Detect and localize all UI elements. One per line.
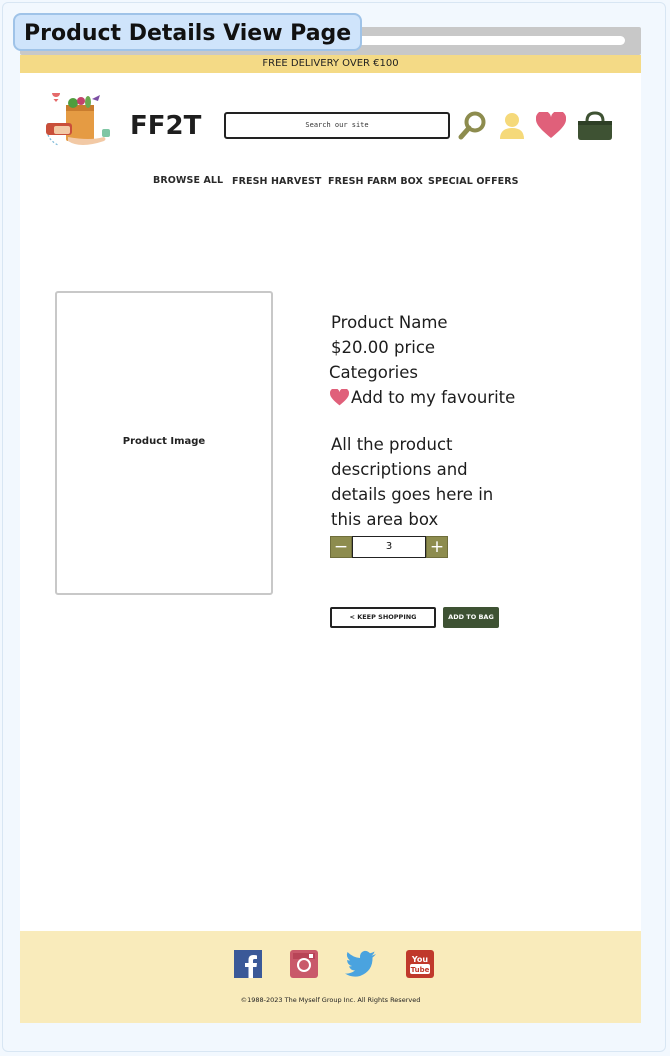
favourite-label: Add to my favourite bbox=[351, 388, 516, 407]
nav-browse-all[interactable]: BROWSE ALL bbox=[153, 175, 223, 186]
decrement-button[interactable]: − bbox=[330, 536, 352, 558]
product-description: All the product descriptions and details… bbox=[331, 432, 501, 532]
heart-icon[interactable] bbox=[536, 112, 566, 139]
twitter-icon[interactable] bbox=[345, 950, 377, 978]
facebook-icon[interactable] bbox=[234, 950, 262, 978]
heart-icon bbox=[330, 389, 349, 406]
svg-text:You: You bbox=[411, 955, 429, 964]
quantity-stepper: − 3 + bbox=[330, 536, 448, 558]
footer: You Tube ©1988-2023 The Myself Group Inc… bbox=[20, 931, 641, 1023]
search-input[interactable]: Search our site bbox=[224, 112, 450, 139]
search-icon[interactable] bbox=[458, 110, 488, 140]
user-icon[interactable] bbox=[498, 111, 526, 139]
description-line: details goes here in bbox=[331, 485, 494, 504]
shopping-bag-icon[interactable] bbox=[577, 110, 613, 140]
nav-special-offers[interactable]: SPECIAL OFFERS bbox=[428, 176, 519, 187]
nav-fresh-farm-box[interactable]: FRESH FARM BOX bbox=[328, 176, 423, 187]
grocery-logo-icon[interactable] bbox=[42, 93, 116, 155]
add-to-bag-button[interactable]: ADD TO BAG bbox=[443, 607, 499, 628]
product-details-page: FREE DELIVERY OVER €100 FF2T Search our … bbox=[20, 55, 641, 1023]
page-label: Product Details View Page bbox=[13, 13, 363, 51]
address-bar[interactable] bbox=[325, 36, 625, 45]
quantity-field[interactable]: 3 bbox=[352, 536, 426, 558]
promo-banner: FREE DELIVERY OVER €100 bbox=[20, 55, 641, 73]
brand-name[interactable]: FF2T bbox=[130, 111, 201, 141]
product-price: $20.00 price bbox=[331, 338, 436, 357]
copyright-text: ©1988-2023 The Myself Group Inc. All Rig… bbox=[240, 996, 421, 1004]
product-name: Product Name bbox=[331, 313, 448, 332]
product-categories[interactable]: Categories bbox=[329, 363, 418, 382]
description-line: All the product bbox=[331, 435, 453, 454]
svg-text:Tube: Tube bbox=[411, 966, 430, 974]
description-line: this area box bbox=[331, 510, 439, 529]
youtube-icon[interactable]: You Tube bbox=[406, 950, 434, 978]
description-line: descriptions and bbox=[331, 460, 468, 479]
increment-button[interactable]: + bbox=[426, 536, 448, 558]
keep-shopping-button[interactable]: < KEEP SHOPPING bbox=[330, 607, 436, 628]
instagram-icon[interactable] bbox=[290, 950, 318, 978]
product-image: Product Image bbox=[55, 291, 273, 595]
nav-fresh-harvest[interactable]: FRESH HARVEST bbox=[232, 176, 321, 187]
add-to-favourite[interactable]: Add to my favourite bbox=[330, 388, 515, 407]
